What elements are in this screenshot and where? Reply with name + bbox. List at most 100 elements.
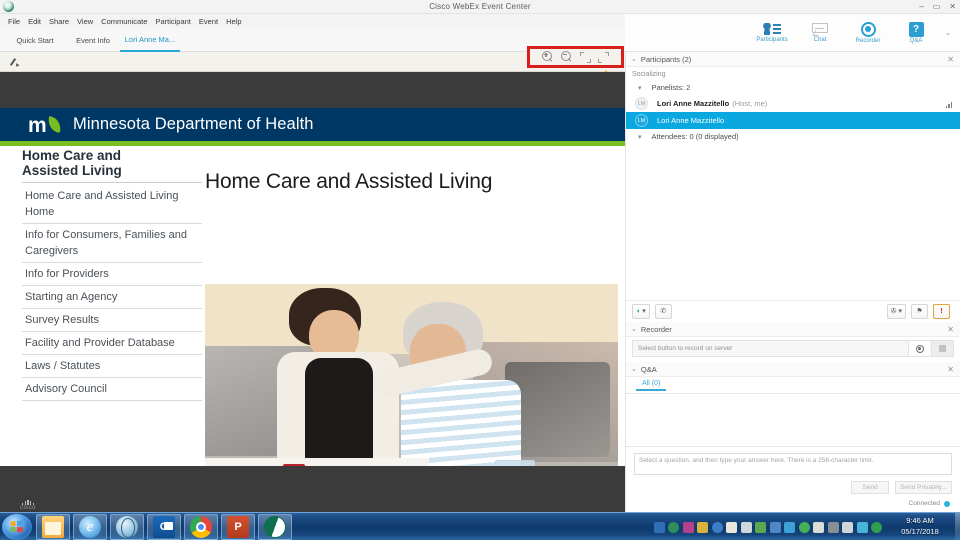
powerpoint-icon[interactable]: P bbox=[221, 514, 255, 540]
make-presenter-button[interactable]: ✇ ▾ bbox=[886, 304, 906, 319]
tray-sync-icon[interactable] bbox=[871, 521, 882, 533]
minimize-button[interactable]: – bbox=[919, 2, 923, 11]
send-privately-button[interactable]: Send Privately... bbox=[895, 481, 952, 494]
menu-item-help[interactable]: Help bbox=[222, 17, 245, 26]
tab-event-info[interactable]: Event Info bbox=[66, 29, 120, 52]
tray-volume-icon[interactable] bbox=[842, 521, 853, 533]
file-explorer-icon[interactable] bbox=[36, 514, 70, 540]
recorder-button[interactable]: Recorder bbox=[844, 15, 892, 51]
chevron-down-icon: ▾ bbox=[642, 308, 646, 315]
participant-row-selected[interactable]: LM Lori Anne Mazzitello bbox=[626, 112, 960, 129]
send-button[interactable]: Send bbox=[851, 481, 890, 494]
tab-presentation[interactable]: Lori Anne Ma... bbox=[120, 29, 180, 52]
close-icon[interactable]: ✕ bbox=[947, 55, 954, 64]
participants-icon bbox=[763, 22, 781, 36]
close-icon[interactable]: ✕ bbox=[947, 325, 954, 334]
sidebar-item-consumers[interactable]: Info for Consumers, Families and Caregiv… bbox=[22, 224, 202, 263]
menu-item-participant[interactable]: Participant bbox=[151, 17, 194, 26]
menu-item-share[interactable]: Share bbox=[45, 17, 73, 26]
pencil-icon[interactable] bbox=[10, 57, 20, 67]
chevron-down-icon[interactable]: ⌄ bbox=[940, 28, 956, 37]
qa-tab-all[interactable]: All (0) bbox=[636, 380, 667, 391]
right-dock-panels: ⌄ Participants (2) ✕ Socializing ▾ Panel… bbox=[625, 52, 960, 512]
sidebar-item-survey-results[interactable]: Survey Results bbox=[22, 309, 202, 332]
raise-hand-icon: ! bbox=[940, 308, 943, 315]
participants-panel-header[interactable]: ⌄ Participants (2) ✕ bbox=[626, 52, 960, 67]
shared-content-slide: m Minnesota Department of Health Home Ca… bbox=[0, 72, 625, 512]
recorder-panel-header[interactable]: ⌄ Recorder ✕ bbox=[626, 322, 960, 337]
connection-status: Connected bbox=[626, 494, 960, 507]
triangle-toggle-icon[interactable]: ▾ bbox=[638, 84, 642, 92]
tray-icon-10[interactable] bbox=[784, 521, 795, 533]
tray-icon-12[interactable] bbox=[813, 521, 824, 533]
chrome-icon[interactable] bbox=[184, 514, 218, 540]
recorder-status-text: Select button to record on server bbox=[638, 345, 733, 352]
maximize-button[interactable]: ▭ bbox=[933, 2, 941, 11]
sidebar-section-title: Home Care and Assisted Living bbox=[22, 148, 202, 183]
tray-mail-icon[interactable] bbox=[726, 521, 737, 533]
minnesota-logo-icon: m bbox=[28, 114, 64, 136]
sidebar-item-facility-database[interactable]: Facility and Provider Database bbox=[22, 332, 202, 355]
attendees-group-row[interactable]: ▾ Attendees: 0 (0 displayed) bbox=[626, 129, 960, 144]
menu-item-event[interactable]: Event bbox=[195, 17, 222, 26]
qa-button[interactable]: ? Q&A bbox=[892, 15, 940, 51]
tray-icon-4[interactable] bbox=[697, 521, 708, 533]
globe-app-icon[interactable] bbox=[110, 514, 144, 540]
menu-item-edit[interactable]: Edit bbox=[24, 17, 45, 26]
tray-icon-3[interactable] bbox=[682, 521, 694, 533]
raise-hand-button[interactable]: ! bbox=[933, 304, 950, 319]
close-icon[interactable]: ✕ bbox=[947, 365, 954, 374]
title-bar: Cisco WebEx Event Center – ▭ ✕ bbox=[0, 0, 960, 14]
panelists-group-row[interactable]: ▾ Panelists: 2 bbox=[626, 80, 960, 95]
sidebar-item-starting-agency[interactable]: Starting an Agency bbox=[22, 286, 202, 309]
expand-view-icon[interactable] bbox=[598, 51, 609, 63]
phone-icon: ✆ bbox=[660, 308, 667, 315]
zoom-in-icon[interactable] bbox=[542, 51, 554, 63]
audio-mute-toggle[interactable]: ◖ ▾ bbox=[632, 304, 650, 319]
chevron-down-icon: ▾ bbox=[898, 308, 902, 315]
tray-icon-2[interactable] bbox=[668, 521, 679, 533]
presenter-ball-icon: ✇ bbox=[890, 308, 897, 315]
triangle-toggle-icon[interactable]: ▾ bbox=[638, 133, 642, 141]
tray-icon-5[interactable] bbox=[711, 521, 723, 533]
sidebar-item-advisory-council[interactable]: Advisory Council bbox=[22, 378, 202, 401]
webex-icon[interactable] bbox=[258, 514, 292, 540]
stop-recording-button[interactable] bbox=[931, 341, 953, 356]
fit-to-page-icon[interactable] bbox=[580, 51, 591, 63]
tab-quick-start[interactable]: Quick Start bbox=[4, 29, 66, 52]
menu-item-communicate[interactable]: Communicate bbox=[97, 17, 151, 26]
sidebar-item-providers[interactable]: Info for Providers bbox=[22, 263, 202, 286]
windows-start-orb-icon[interactable] bbox=[2, 514, 32, 540]
mn-logo-letter: m bbox=[28, 113, 47, 137]
zoom-out-icon[interactable] bbox=[561, 51, 573, 63]
menu-item-file[interactable]: File bbox=[4, 17, 24, 26]
close-button[interactable]: ✕ bbox=[949, 2, 956, 11]
internet-explorer-icon[interactable]: e bbox=[73, 514, 107, 540]
recorder-icon bbox=[860, 21, 876, 37]
tray-icon-15[interactable] bbox=[856, 521, 868, 533]
taskbar-clock[interactable]: 9:46 AM 05/17/2018 bbox=[886, 515, 954, 537]
chevron-down-icon[interactable]: ⌄ bbox=[631, 365, 637, 373]
chat-button[interactable]: Chat bbox=[796, 15, 844, 51]
phone-button[interactable]: ✆ bbox=[654, 304, 672, 319]
sidebar-item-laws-statutes[interactable]: Laws / Statutes bbox=[22, 355, 202, 378]
tray-icon-9[interactable] bbox=[769, 521, 781, 533]
record-button[interactable] bbox=[908, 341, 930, 356]
tray-icon-13[interactable] bbox=[827, 521, 839, 533]
qa-panel-header[interactable]: ⌄ Q&A ✕ bbox=[626, 362, 960, 377]
chevron-down-icon[interactable]: ⌄ bbox=[631, 325, 637, 333]
sidebar-item-home[interactable]: Home Care and Assisted Living Home bbox=[22, 185, 202, 224]
show-desktop-button[interactable] bbox=[955, 513, 960, 540]
participants-button[interactable]: Participants bbox=[748, 15, 796, 51]
tray-monitor-icon[interactable] bbox=[755, 521, 766, 533]
outlook-icon[interactable]: O bbox=[147, 514, 181, 540]
tray-icon-1[interactable] bbox=[653, 521, 665, 533]
tray-network-icon[interactable] bbox=[740, 521, 752, 533]
qa-question-list[interactable] bbox=[626, 394, 960, 446]
menu-item-view[interactable]: View bbox=[73, 17, 97, 26]
chevron-down-icon[interactable]: ⌄ bbox=[631, 55, 637, 63]
participant-row-host[interactable]: LM Lori Anne Mazzitello (Host, me) bbox=[626, 95, 960, 112]
qa-answer-input[interactable]: Select a question, and then type your an… bbox=[634, 453, 952, 475]
assign-privileges-button[interactable]: ⚑ bbox=[911, 304, 928, 319]
tray-icon-11[interactable] bbox=[798, 521, 810, 533]
